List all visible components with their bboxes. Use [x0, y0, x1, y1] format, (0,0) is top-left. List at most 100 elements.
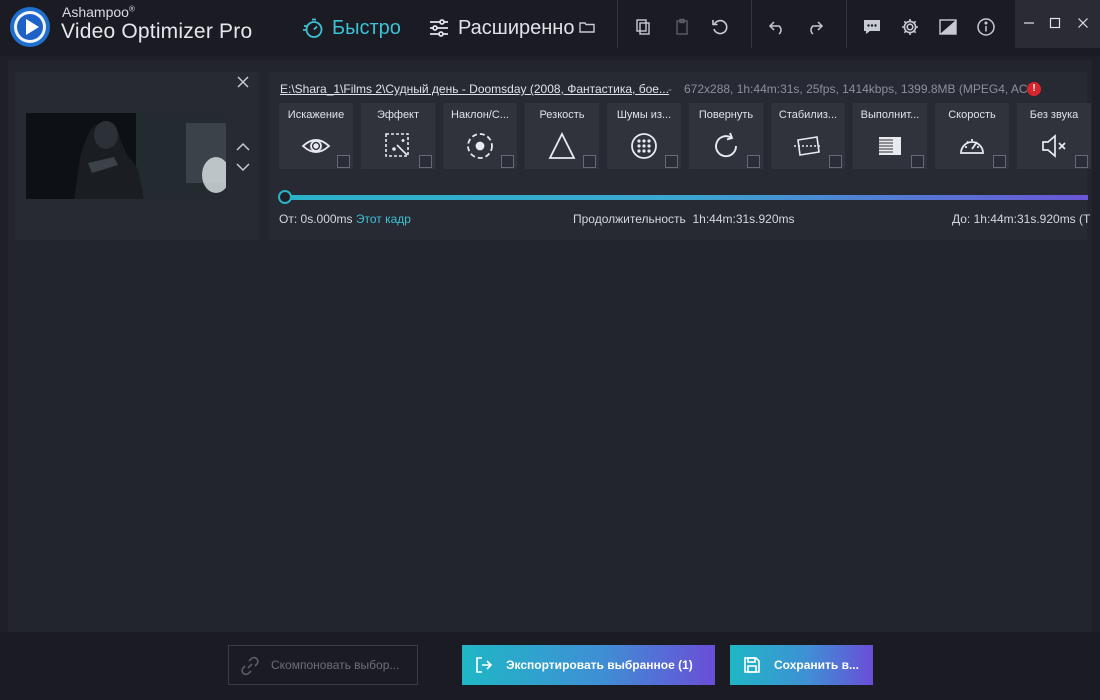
chat-icon: [864, 20, 880, 34]
undo-icon: [768, 21, 782, 35]
export-icon: [476, 657, 493, 673]
image-compare-icon: [939, 19, 957, 35]
sliders-icon: [430, 19, 448, 37]
remove-video-icon[interactable]: [235, 74, 251, 90]
compose-label: Скомпоновать выбор...: [271, 658, 400, 672]
minimize-button[interactable]: [1018, 12, 1040, 34]
tool-checkbox[interactable]: [419, 155, 432, 168]
copy-button[interactable]: [630, 14, 656, 40]
export-selected-button[interactable]: Экспортировать выбранное (1): [462, 645, 715, 685]
compose-selection-button[interactable]: Скомпоновать выбор...: [228, 645, 418, 685]
tab-fast-mode[interactable]: Быстро: [302, 14, 401, 42]
tool-checkbox[interactable]: [1075, 155, 1088, 168]
folder-icon: [579, 22, 595, 33]
tool-effect[interactable]: Эффект: [361, 103, 435, 169]
clipboard-icon: [676, 18, 688, 35]
stopwatch-icon: [303, 18, 323, 38]
settings-button[interactable]: [897, 14, 923, 40]
export-label: Экспортировать выбранное (1): [506, 658, 693, 672]
tool-checkbox[interactable]: [337, 155, 350, 168]
timeline-end: До: 1h:44m:31s.920ms (Т: [952, 212, 1090, 226]
tool-label: Резкость: [539, 109, 585, 121]
reset-icon: [712, 19, 728, 35]
folder-button[interactable]: [574, 14, 600, 40]
tool-checkbox[interactable]: [993, 155, 1006, 168]
tool-tilt-shift[interactable]: Наклон/С...: [443, 103, 517, 169]
tool-checkbox[interactable]: [911, 155, 924, 168]
maximize-icon: [1049, 17, 1061, 29]
video-thumbnail[interactable]: [26, 113, 226, 199]
tilt-circle-icon: [467, 133, 493, 159]
magic-select-icon: [385, 133, 409, 157]
duration-value: 1h:44m:31s.920ms: [692, 212, 795, 226]
file-separator: -: [668, 82, 672, 96]
rotate-icon: [715, 132, 737, 158]
tool-checkbox[interactable]: [583, 155, 596, 168]
speedometer-icon: [960, 139, 984, 154]
eye-icon: [301, 139, 331, 153]
tool-label: Эффект: [376, 109, 420, 121]
copy-icon: [636, 19, 650, 35]
tool-checkbox[interactable]: [665, 155, 678, 168]
save-to-button[interactable]: Сохранить в...: [730, 645, 873, 685]
tool-execute[interactable]: Выполнит...: [853, 103, 927, 169]
file-path-link[interactable]: E:\Shara_1\Films 2\Судный день - Doomsda…: [280, 82, 669, 96]
this-frame-link[interactable]: Этот кадр: [356, 212, 411, 226]
from-label: От:: [279, 212, 298, 226]
tool-stabilize[interactable]: Стабилиз...: [771, 103, 845, 169]
tool-checkbox[interactable]: [501, 155, 514, 168]
timeline-start: От: 0s.000ms Этот кадр: [279, 212, 411, 226]
stabilize-icon: [794, 136, 822, 156]
timeline-start-handle[interactable]: [278, 190, 292, 204]
tool-strip: Искажение Эффект Наклон/С... Резкость Шу…: [279, 103, 1091, 169]
close-icon: [1078, 18, 1088, 28]
tool-speed[interactable]: Скорость: [935, 103, 1009, 169]
to-label: До:: [952, 212, 971, 226]
feedback-button[interactable]: [859, 14, 885, 40]
display-button[interactable]: [935, 14, 961, 40]
tool-label: Наклон/С...: [451, 109, 509, 121]
tab-fast-label: Быстро: [332, 16, 401, 39]
tool-rotate[interactable]: Повернуть: [689, 103, 763, 169]
warning-badge[interactable]: !: [1027, 82, 1041, 96]
info-button[interactable]: [973, 14, 999, 40]
tool-sharpness[interactable]: Резкость: [525, 103, 599, 169]
tool-mute[interactable]: Без звука: [1017, 103, 1091, 169]
tool-label: Без звука: [1029, 109, 1079, 121]
tab-advanced-mode[interactable]: Расширенно: [428, 14, 574, 42]
timeline-duration: Продолжительность 1h:44m:31s.920ms: [573, 212, 795, 226]
close-window-button[interactable]: [1072, 12, 1094, 34]
paste-button[interactable]: [669, 14, 695, 40]
tool-label: Искажение: [287, 109, 345, 121]
timeline-track[interactable]: [282, 195, 1088, 200]
reset-button[interactable]: [707, 14, 733, 40]
tool-distortion[interactable]: Искажение: [279, 103, 353, 169]
noise-grid-icon: [631, 133, 657, 159]
info-icon: [977, 18, 995, 36]
tool-denoise[interactable]: Шумы из...: [607, 103, 681, 169]
gear-icon: [902, 19, 918, 35]
maximize-button[interactable]: [1044, 12, 1066, 34]
tool-label: Шумы из...: [616, 109, 672, 121]
triangle-icon: [548, 131, 576, 159]
toolbar-separator: [846, 0, 847, 48]
app-logo-icon: [10, 7, 50, 47]
tool-checkbox[interactable]: [829, 155, 842, 168]
tool-label: Скорость: [948, 109, 996, 121]
save-label: Сохранить в...: [774, 658, 859, 672]
undo-button[interactable]: [764, 14, 790, 40]
redo-icon: [810, 21, 824, 35]
toolbar-separator: [751, 0, 752, 48]
from-value: 0s.000ms: [300, 212, 353, 226]
brand-company: Ashampoo®: [62, 4, 135, 20]
tool-label: Стабилиз...: [778, 109, 838, 121]
to-value: 1h:44m:31s.920ms (Т: [973, 212, 1091, 226]
mute-icon: [1042, 134, 1066, 158]
move-down-icon[interactable]: [236, 162, 250, 172]
tool-label: Повернуть: [698, 109, 754, 121]
redo-button[interactable]: [802, 14, 828, 40]
move-up-icon[interactable]: [236, 142, 250, 152]
file-info: 672x288, 1h:44m:31s, 25fps, 1414kbps, 13…: [684, 82, 1039, 96]
tool-checkbox[interactable]: [747, 155, 760, 168]
toolbar-separator: [617, 0, 618, 48]
